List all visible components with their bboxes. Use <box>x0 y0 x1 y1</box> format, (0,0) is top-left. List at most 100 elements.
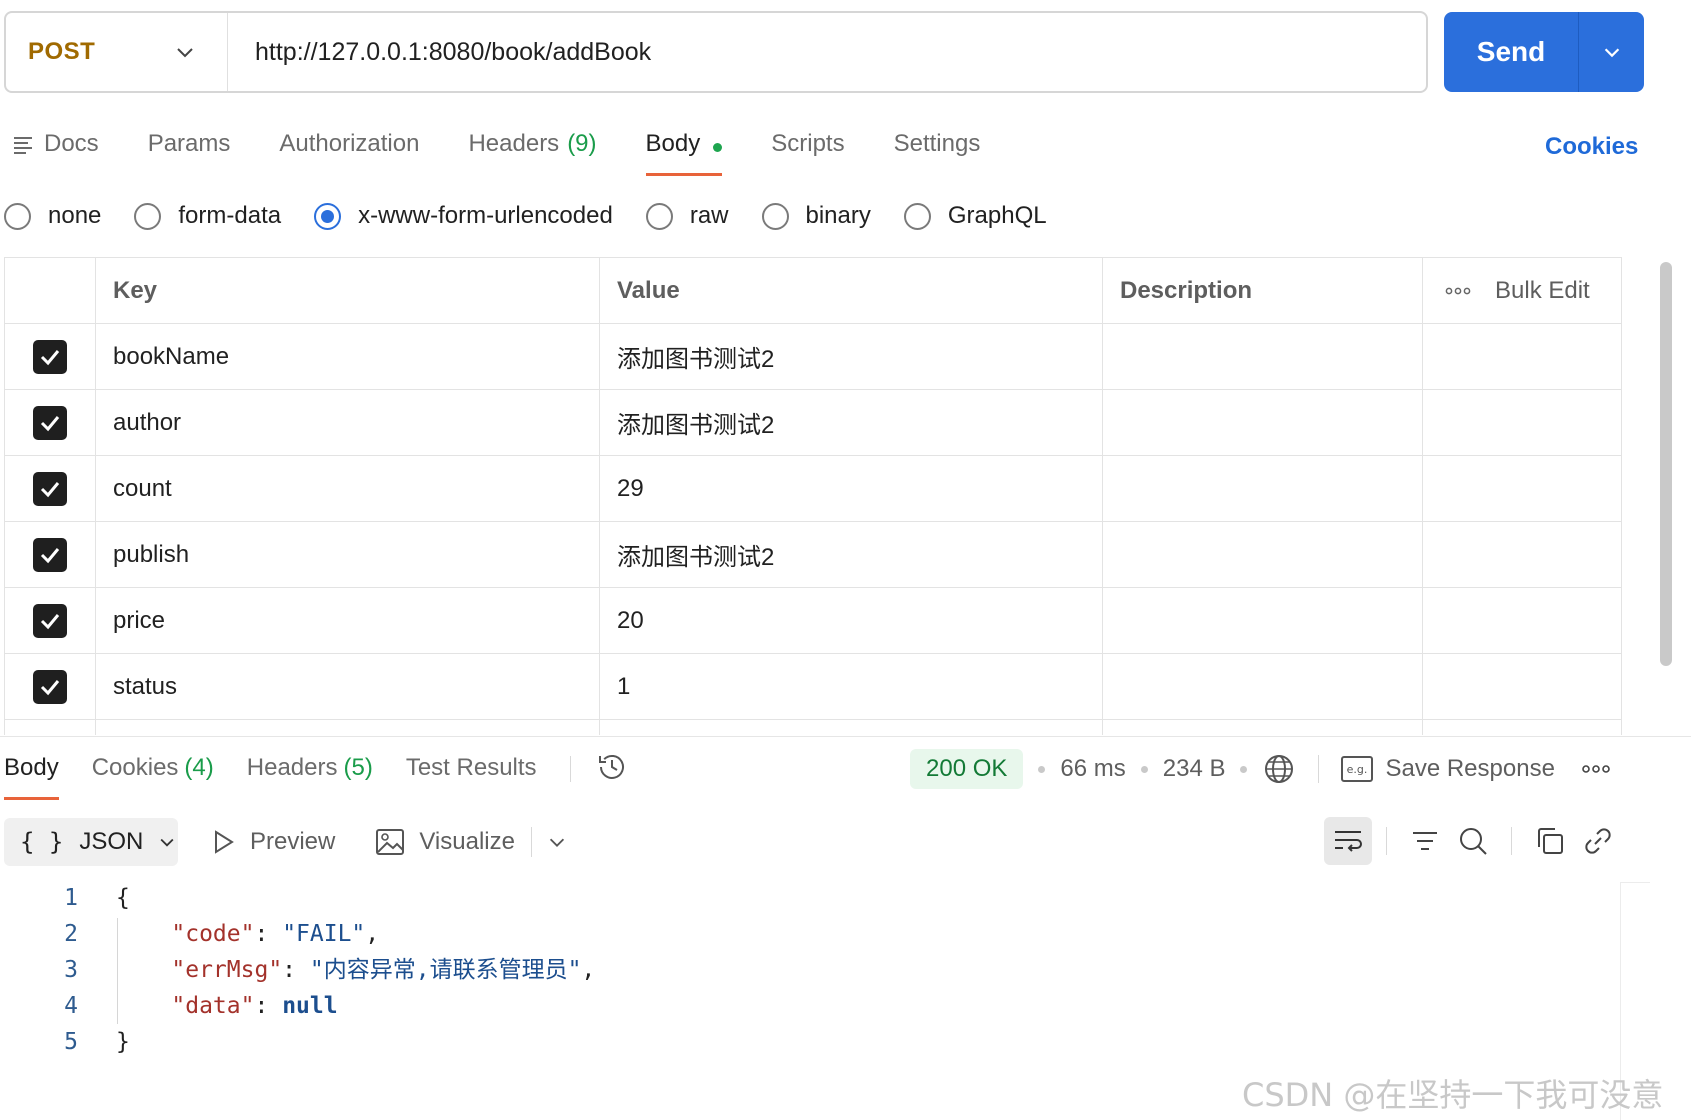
body-type-graphql[interactable]: GraphQL <box>903 202 1047 230</box>
param-description[interactable] <box>1103 588 1423 653</box>
method-select[interactable]: POST <box>6 13 228 91</box>
response-time[interactable]: 66 ms <box>1060 755 1125 783</box>
more-options-icon[interactable] <box>1581 764 1611 774</box>
save-response-button[interactable]: Save Response <box>1385 755 1554 783</box>
response-tab-test-results[interactable]: Test Results <box>406 744 537 800</box>
copy-button[interactable] <box>1526 817 1574 865</box>
method-label: POST <box>28 38 96 65</box>
chevron-down-icon[interactable] <box>546 831 568 853</box>
row-checkbox[interactable] <box>33 339 67 374</box>
tab-scripts[interactable]: Scripts <box>771 120 844 176</box>
body-type-binary[interactable]: binary <box>761 202 871 230</box>
param-key[interactable]: status <box>96 654 600 719</box>
param-description[interactable] <box>1103 324 1423 389</box>
history-icon[interactable] <box>595 750 629 784</box>
row-checkbox[interactable] <box>33 537 67 572</box>
divider <box>1318 755 1320 783</box>
body-type-none[interactable]: none <box>4 202 101 230</box>
tab-authorization[interactable]: Authorization <box>279 120 419 176</box>
url-input[interactable] <box>228 13 1426 91</box>
tab-docs[interactable]: Docs <box>12 120 99 176</box>
preview-button[interactable]: Preview <box>212 828 335 856</box>
more-options-icon[interactable] <box>1445 286 1471 296</box>
response-size[interactable]: 234 B <box>1163 755 1226 783</box>
tab-settings[interactable]: Settings <box>894 120 981 176</box>
radio-button[interactable] <box>645 202 673 230</box>
param-description[interactable] <box>1103 654 1423 719</box>
example-icon: e.g. <box>1341 756 1374 782</box>
check-icon <box>40 349 60 365</box>
row-spacer <box>1423 720 1621 735</box>
send-options-button[interactable] <box>1579 12 1644 92</box>
params-scrollbar[interactable] <box>1660 262 1672 666</box>
row-checkbox[interactable] <box>33 405 67 440</box>
globe-icon[interactable] <box>1262 752 1296 786</box>
response-tab-headers[interactable]: Headers (5) <box>247 744 373 800</box>
link-button[interactable] <box>1574 817 1622 865</box>
request-url-bar: POST <box>4 11 1428 93</box>
param-description[interactable] <box>1103 390 1423 455</box>
param-key[interactable]: count <box>96 456 600 521</box>
code-text: "data": null <box>171 993 338 1019</box>
param-key[interactable]: price <box>96 588 600 653</box>
row-checkbox[interactable] <box>33 669 67 704</box>
response-tab-body[interactable]: Body <box>4 744 59 800</box>
wrap-lines-button[interactable] <box>1324 817 1372 865</box>
body-type-urlencoded[interactable]: x-www-form-urlencoded <box>314 202 613 230</box>
param-description[interactable] <box>1103 456 1423 521</box>
radio-button[interactable] <box>4 202 31 230</box>
check-icon <box>40 415 60 431</box>
radio-button[interactable] <box>903 202 931 230</box>
visualize-button[interactable]: Visualize <box>375 828 515 856</box>
body-type-form-data[interactable]: form-data <box>134 202 281 230</box>
checkbox-cell <box>5 654 96 719</box>
param-key[interactable]: publish <box>96 522 600 587</box>
param-value[interactable]: 1 <box>600 654 1103 719</box>
body-type-raw[interactable]: raw <box>645 202 729 230</box>
tab-headers[interactable]: Headers (9) <box>468 120 596 176</box>
response-body-editor[interactable]: 1 { 2 "code": "FAIL", 3 "errMsg": "内容异常,… <box>0 880 595 1060</box>
param-value[interactable]: 添加图书测试2 <box>600 522 1103 587</box>
param-description[interactable] <box>1103 720 1423 735</box>
response-tab-test-results-label: Test Results <box>405 754 537 781</box>
radio-button[interactable] <box>761 202 789 230</box>
tab-headers-label: Headers <box>468 130 560 157</box>
cookies-link[interactable]: Cookies <box>1545 133 1638 161</box>
braces-icon: { } <box>20 828 64 856</box>
format-select[interactable]: { } JSON <box>4 818 178 866</box>
checkbox-cell <box>5 522 96 587</box>
response-tab-headers-count: (5) <box>343 754 373 781</box>
status-badge[interactable]: 200 OK <box>910 749 1024 789</box>
checkbox-cell <box>5 588 96 653</box>
response-tab-cookies[interactable]: Cookies (4) <box>92 744 214 800</box>
param-value[interactable]: 添加图书测试2 <box>600 390 1103 455</box>
chevron-down-icon <box>177 48 193 58</box>
filter-button[interactable] <box>1401 817 1449 865</box>
tab-body[interactable]: Body <box>645 120 723 176</box>
param-key[interactable] <box>96 720 600 735</box>
key-column-header: Key <box>96 258 600 323</box>
tab-params[interactable]: Params <box>148 120 231 176</box>
chevron-down-icon <box>1604 48 1619 58</box>
search-button[interactable] <box>1449 817 1497 865</box>
row-checkbox[interactable] <box>33 471 67 506</box>
json-punct: , <box>581 957 596 983</box>
param-value[interactable]: 29 <box>600 456 1103 521</box>
bulk-edit-button[interactable]: Bulk Edit <box>1495 277 1590 305</box>
param-value[interactable]: 添加图书测试2 <box>600 324 1103 389</box>
param-value[interactable] <box>600 720 1103 735</box>
send-button[interactable]: Send <box>1444 12 1579 92</box>
radio-button[interactable] <box>134 202 162 230</box>
docs-icon <box>14 137 32 154</box>
tab-headers-count: (9) <box>567 130 597 157</box>
param-key[interactable]: author <box>96 390 600 455</box>
param-value[interactable]: 20 <box>600 588 1103 653</box>
line-number: 1 <box>64 885 78 911</box>
table-row: author 添加图书测试2 <box>5 390 1621 456</box>
param-key[interactable]: bookName <box>96 324 600 389</box>
row-checkbox[interactable] <box>33 603 67 638</box>
radio-button-checked[interactable] <box>314 202 342 230</box>
param-description[interactable] <box>1103 522 1423 587</box>
response-tabs: Body Cookies (4) Headers (5) Test Results <box>4 744 629 800</box>
pane-divider[interactable] <box>0 736 1691 737</box>
